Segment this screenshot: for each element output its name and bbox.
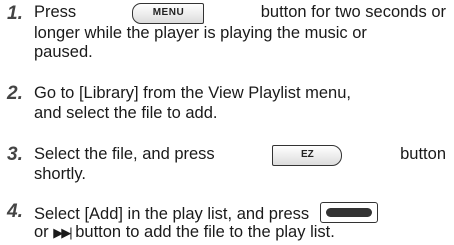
step-number: 3. [7, 144, 23, 165]
step-3-line-2: shortly. [34, 165, 86, 183]
play-bar-button-icon [319, 202, 378, 223]
step-number: 4. [7, 201, 23, 222]
step-4-line-1: Select [Add] in the play list, and press [34, 202, 378, 224]
ez-button-icon: EZ [272, 145, 343, 166]
step-number: 1. [7, 3, 23, 24]
step-4-line-2: or ▶▶| button to add the file to the pla… [34, 223, 335, 241]
step-3-line-1: Select the file, and press EZ button [34, 145, 446, 166]
step-1-line-2: longer while the player is playing the m… [34, 24, 367, 42]
step-1-line-3: paused. [34, 43, 93, 61]
step-1-line-1: Press MENU button for two seconds or [34, 3, 446, 24]
step-2-line-2: and select the file to add. [34, 104, 218, 122]
step-2-line-1: Go to [Library] from the View Playlist m… [34, 84, 351, 102]
bar-glyph [325, 208, 372, 217]
menu-button-icon: MENU [132, 3, 205, 24]
step-number: 2. [7, 83, 23, 104]
skip-forward-icon: ▶▶| [53, 225, 72, 240]
